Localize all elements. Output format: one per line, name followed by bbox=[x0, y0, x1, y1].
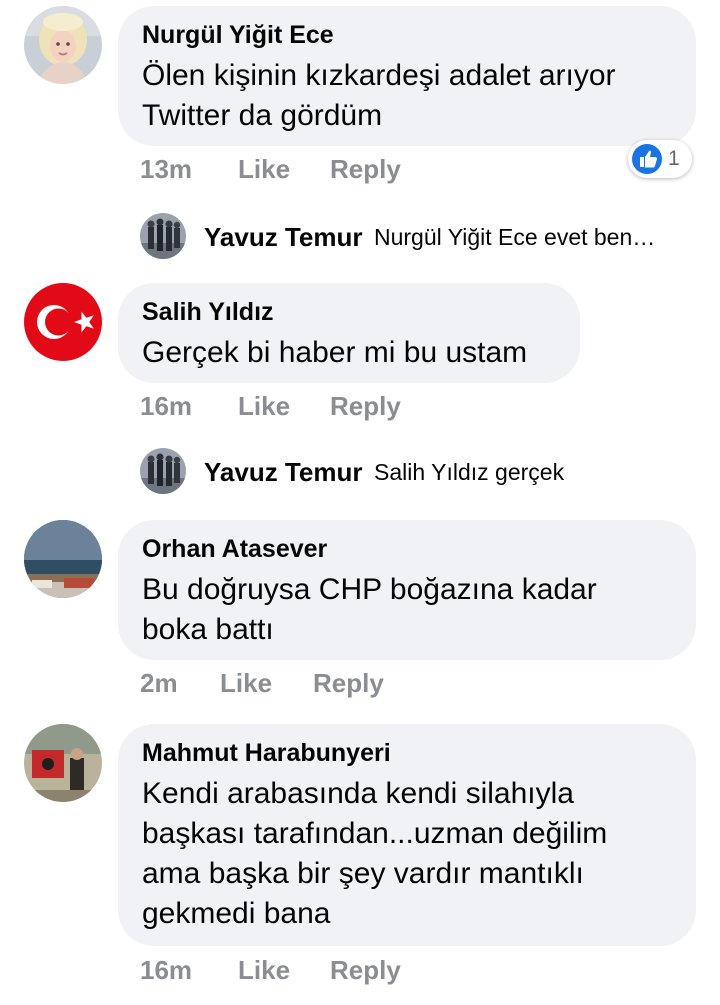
avatar[interactable] bbox=[24, 283, 102, 361]
avatar-group-photo-icon bbox=[140, 448, 186, 494]
like-button[interactable]: Like bbox=[238, 955, 290, 986]
comment-author[interactable]: Orhan Atasever bbox=[142, 534, 670, 564]
comment-time[interactable]: 16m bbox=[140, 391, 192, 422]
comment-time[interactable]: 2m bbox=[140, 668, 178, 699]
comment-line: Gerçek bi haber mi bu ustam bbox=[142, 336, 528, 369]
comment-line: Twitter da gördüm bbox=[142, 99, 383, 132]
avatar[interactable] bbox=[140, 448, 186, 494]
reaction-badge[interactable]: 1 bbox=[628, 140, 692, 178]
comment-bubble: Mahmut Harabunyeri Kendi arabasında kend… bbox=[118, 724, 696, 946]
avatar-group-photo-icon bbox=[140, 213, 186, 259]
comment-author[interactable]: Nurgül Yiğit Ece bbox=[142, 20, 670, 50]
reply-row[interactable]: Yavuz Temur Nurgül Yiğit Ece evet ben… bbox=[140, 213, 700, 259]
avatar[interactable] bbox=[140, 213, 186, 259]
comment-line: gekmedi bana bbox=[142, 897, 331, 930]
avatar[interactable] bbox=[24, 724, 102, 802]
comment-line: boka battı bbox=[142, 613, 274, 646]
comment-time[interactable]: 16m bbox=[140, 955, 192, 986]
comment-author[interactable]: Mahmut Harabunyeri bbox=[142, 738, 670, 768]
comment-text: Gerçek bi haber mi bu ustam bbox=[142, 333, 554, 373]
like-button[interactable]: Like bbox=[238, 154, 290, 185]
avatar[interactable] bbox=[24, 6, 102, 84]
avatar-sea-landscape-icon bbox=[24, 520, 102, 598]
avatar-man-with-flag-icon bbox=[24, 724, 102, 802]
comment-text: Kendi arabasında kendi silahıyla başkası… bbox=[142, 774, 670, 934]
comment-bubble: Salih Yıldız Gerçek bi haber mi bu ustam bbox=[118, 283, 580, 383]
reply-button[interactable]: Reply bbox=[313, 668, 384, 699]
comment-text: Ölen kişinin kızkardeşi adalet arıyor Tw… bbox=[142, 56, 670, 136]
comment-bubble: Orhan Atasever Bu doğruysa CHP boğazına … bbox=[118, 520, 696, 660]
comment-author[interactable]: Salih Yıldız bbox=[142, 297, 554, 327]
reply-author[interactable]: Yavuz Temur bbox=[204, 457, 362, 488]
reply-text: Nurgül Yiğit Ece evet ben… bbox=[374, 224, 656, 250]
turkish-flag-icon bbox=[24, 283, 102, 361]
comment-line: ama başka bir şey vardır mantıklı bbox=[142, 857, 584, 890]
avatar[interactable] bbox=[24, 520, 102, 598]
comment-line: başkası tarafından...uzman değilim bbox=[142, 817, 608, 850]
reply-button[interactable]: Reply bbox=[330, 391, 401, 422]
avatar-woman-blonde-icon bbox=[24, 6, 102, 84]
thumbs-up-icon bbox=[632, 144, 662, 174]
comment-text: Bu doğruysa CHP boğazına kadar boka batt… bbox=[142, 570, 670, 650]
comment-line: Ölen kişinin kızkardeşi adalet arıyor bbox=[142, 59, 616, 92]
like-button[interactable]: Like bbox=[220, 668, 272, 699]
reply-row[interactable]: Yavuz Temur Salih Yıldız gerçek bbox=[140, 448, 640, 494]
comment-bubble: Nurgül Yiğit Ece Ölen kişinin kızkardeşi… bbox=[118, 6, 696, 146]
reply-author[interactable]: Yavuz Temur bbox=[204, 222, 362, 253]
like-button[interactable]: Like bbox=[238, 391, 290, 422]
reply-button[interactable]: Reply bbox=[330, 154, 401, 185]
comment-line: Kendi arabasında kendi silahıyla bbox=[142, 777, 574, 810]
reply-button[interactable]: Reply bbox=[330, 955, 401, 986]
reaction-count: 1 bbox=[668, 147, 680, 170]
reply-text: Salih Yıldız gerçek bbox=[374, 459, 565, 485]
comment-time[interactable]: 13m bbox=[140, 154, 192, 185]
comment-line: Bu doğruysa CHP boğazına kadar bbox=[142, 573, 597, 606]
